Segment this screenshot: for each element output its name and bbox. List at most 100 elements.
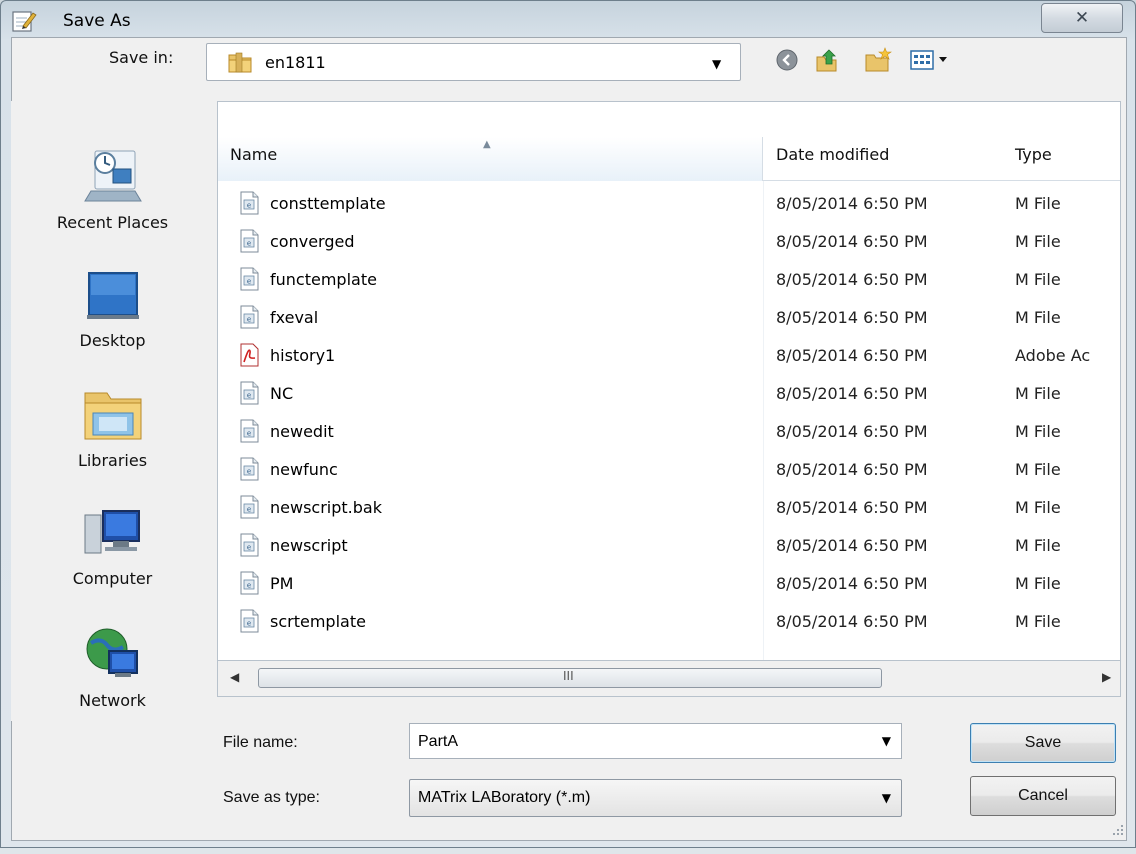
file-date: 8/05/2014 6:50 PM	[776, 346, 928, 365]
back-button[interactable]	[771, 45, 803, 75]
cancel-button[interactable]: Cancel	[970, 776, 1116, 816]
computer-icon	[84, 510, 140, 554]
file-row[interactable]: e converged 8/05/2014 6:50 PM M File	[218, 224, 1120, 262]
libraries-icon	[84, 392, 141, 440]
file-name-input[interactable]	[418, 731, 858, 753]
place-libraries[interactable]: Libraries	[11, 383, 214, 470]
resize-grip-icon[interactable]	[1111, 823, 1125, 837]
chevron-down-icon[interactable]: ▼	[882, 734, 891, 748]
file-name: fxeval	[270, 308, 319, 327]
close-button[interactable]: ✕	[1041, 3, 1123, 33]
save-as-dialog: Save As ✕ Save in: en1811 ▼ Recent Place…	[0, 0, 1136, 848]
file-type: M File	[1015, 194, 1061, 213]
file-type: M File	[1015, 270, 1061, 289]
scroll-left-icon[interactable]: ◀	[230, 670, 239, 684]
window-title: Save As	[63, 11, 131, 31]
view-menu-icon	[910, 50, 947, 70]
file-row[interactable]: e fxeval 8/05/2014 6:50 PM M File	[218, 300, 1120, 338]
m-file-icon: e	[240, 419, 259, 443]
svg-text:e: e	[247, 430, 251, 438]
svg-text:e: e	[247, 316, 251, 324]
file-date: 8/05/2014 6:50 PM	[776, 422, 928, 441]
place-label: Desktop	[79, 331, 146, 350]
new-folder-button[interactable]	[861, 45, 895, 75]
view-menu-button[interactable]	[907, 45, 959, 75]
folder-icon	[228, 52, 252, 73]
network-icon	[86, 628, 138, 677]
file-row[interactable]: history1 8/05/2014 6:50 PM Adobe Ac	[218, 338, 1120, 376]
svg-text:e: e	[247, 620, 251, 628]
file-name: history1	[270, 346, 336, 365]
file-row[interactable]: e newscript 8/05/2014 6:50 PM M File	[218, 528, 1120, 566]
save-as-type-dropdown[interactable]: MATrix LABoratory (*.m) ▼	[409, 779, 902, 817]
new-folder-icon	[865, 47, 892, 72]
file-type: M File	[1015, 232, 1061, 251]
file-date: 8/05/2014 6:50 PM	[776, 460, 928, 479]
file-name: NC	[270, 384, 294, 403]
desktop-icon	[86, 272, 139, 319]
svg-text:e: e	[247, 582, 251, 590]
place-label: Computer	[72, 569, 153, 588]
file-type: Adobe Ac	[1015, 346, 1091, 365]
horizontal-scrollbar[interactable]: ◀ III ▶	[217, 661, 1121, 697]
file-name: PM	[270, 574, 294, 593]
scroll-right-icon[interactable]: ▶	[1102, 670, 1111, 684]
file-name: newfunc	[270, 460, 338, 479]
place-label: Recent Places	[56, 213, 169, 232]
place-label: Network	[79, 691, 146, 710]
file-row[interactable]: e NC 8/05/2014 6:50 PM M File	[218, 376, 1120, 414]
file-name: converged	[270, 232, 355, 251]
file-row[interactable]: e scrtemplate 8/05/2014 6:50 PM M File	[218, 604, 1120, 642]
up-folder-button[interactable]	[811, 45, 843, 75]
svg-text:e: e	[247, 468, 251, 476]
back-icon	[776, 49, 798, 71]
file-type: M File	[1015, 384, 1061, 403]
file-name: newscript	[270, 536, 348, 555]
column-header-name[interactable]: ▲ Name	[218, 137, 763, 181]
svg-text:e: e	[247, 506, 251, 514]
file-type: M File	[1015, 460, 1061, 479]
file-type: M File	[1015, 422, 1061, 441]
chevron-down-icon: ▼	[881, 791, 891, 805]
place-network[interactable]: Network	[11, 623, 214, 710]
svg-text:e: e	[247, 278, 251, 286]
file-type: M File	[1015, 612, 1061, 631]
file-date: 8/05/2014 6:50 PM	[776, 612, 928, 631]
m-file-icon: e	[240, 229, 259, 253]
m-file-icon: e	[240, 533, 259, 557]
chevron-down-icon: ▼	[712, 57, 722, 71]
file-date: 8/05/2014 6:50 PM	[776, 574, 928, 593]
recent-places-icon	[83, 150, 142, 202]
file-list[interactable]: ▲ Name Date modified Type e consttemplate…	[217, 101, 1121, 661]
file-row[interactable]: e PM 8/05/2014 6:50 PM M File	[218, 566, 1120, 604]
file-type: M File	[1015, 498, 1061, 517]
file-row[interactable]: e newedit 8/05/2014 6:50 PM M File	[218, 414, 1120, 452]
column-header-type[interactable]: Type	[1015, 145, 1052, 164]
pdf-file-icon	[240, 343, 259, 367]
save-as-type-label: Save as type:	[223, 789, 320, 806]
save-in-dropdown[interactable]: en1811 ▼	[206, 43, 741, 81]
scrollbar-thumb[interactable]: III	[258, 668, 882, 688]
close-icon: ✕	[1074, 8, 1090, 28]
file-row[interactable]: e functemplate 8/05/2014 6:50 PM M File	[218, 262, 1120, 300]
background-strip	[0, 848, 1136, 854]
column-header-date[interactable]: Date modified	[776, 145, 889, 164]
file-name-field[interactable]: ▼	[409, 723, 902, 759]
file-date: 8/05/2014 6:50 PM	[776, 232, 928, 251]
m-file-icon: e	[240, 305, 259, 329]
m-file-icon: e	[240, 457, 259, 481]
up-folder-icon	[816, 49, 837, 72]
file-row[interactable]: e newfunc 8/05/2014 6:50 PM M File	[218, 452, 1120, 490]
place-computer[interactable]: Computer	[11, 505, 214, 588]
file-row[interactable]: e newscript.bak 8/05/2014 6:50 PM M File	[218, 490, 1120, 528]
place-desktop[interactable]: Desktop	[11, 267, 214, 350]
save-button[interactable]: Save	[970, 723, 1116, 763]
file-date: 8/05/2014 6:50 PM	[776, 384, 928, 403]
file-date: 8/05/2014 6:50 PM	[776, 536, 928, 555]
place-recent-places[interactable]: Recent Places	[11, 143, 214, 232]
svg-text:e: e	[247, 544, 251, 552]
place-label: Libraries	[77, 451, 148, 470]
file-row[interactable]: e consttemplate 8/05/2014 6:50 PM M File	[218, 186, 1120, 224]
svg-text:e: e	[247, 240, 251, 248]
title-bar[interactable]: Save As ✕	[1, 1, 1135, 37]
